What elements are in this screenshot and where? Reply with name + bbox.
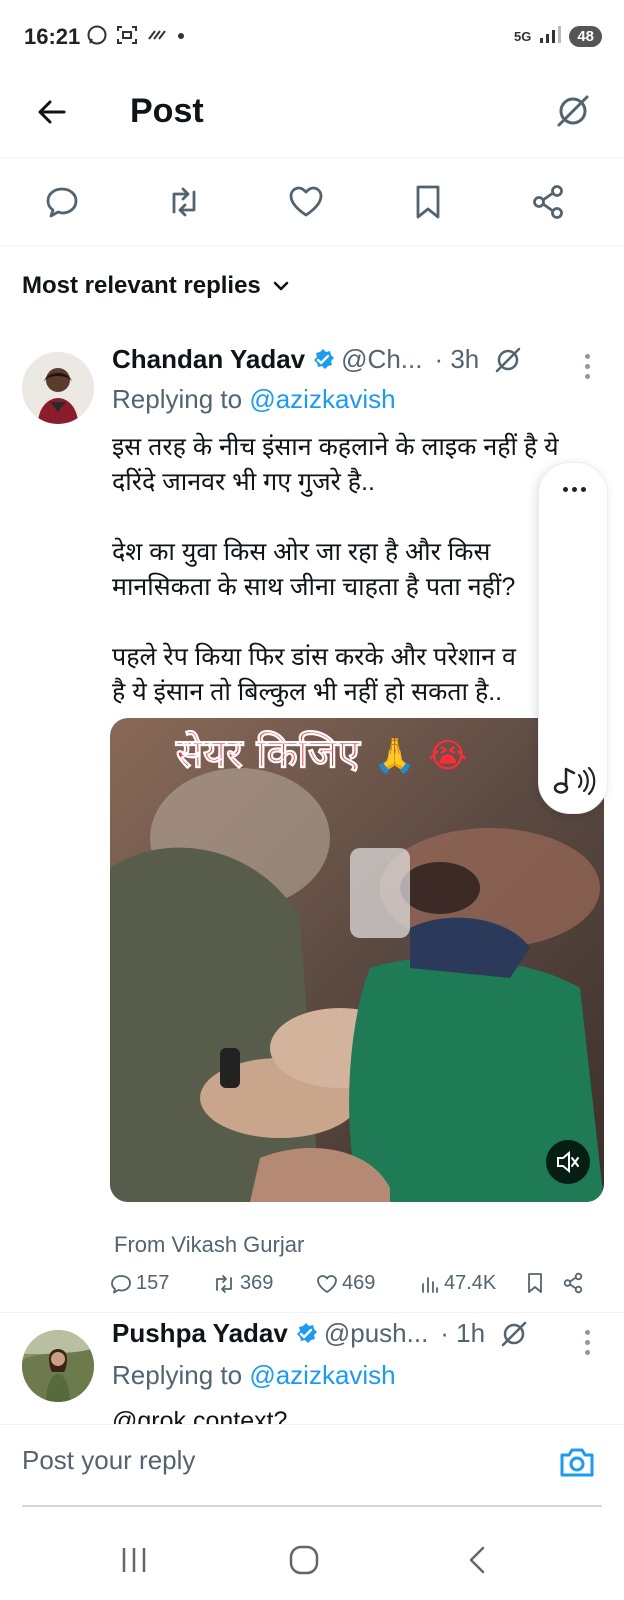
camera-button[interactable] [556,1441,598,1483]
post-action-bar [0,158,624,246]
status-bar: 16:21 5G 48 [0,0,624,78]
replying-to: Replying to @azizkavish [112,1360,396,1391]
more-options-icon[interactable] [585,354,590,379]
video-caption: सेयर किजिए 🙏 😭 [176,724,468,779]
share-icon [533,185,563,219]
grok-icon [557,95,589,127]
grok-icon[interactable] [493,345,523,375]
engagement-bar: 157 369 469 47.4K [110,1272,600,1302]
share-button[interactable] [562,1272,584,1294]
author-handle[interactable]: @push... [324,1318,428,1349]
reply-divider [0,1312,624,1313]
reposts-count: 369 [240,1272,274,1294]
video-player[interactable]: सेयर किजिए 🙏 😭 [110,718,604,1202]
top-app-bar: Post [0,78,624,158]
replies-count: 157 [136,1272,170,1294]
floating-side-panel[interactable] [538,462,608,814]
avatar[interactable] [22,1330,94,1402]
author-name[interactable]: Chandan Yadav [112,344,305,375]
system-navigation-bar [0,1520,624,1600]
video-caption-text: सेयर किजिए [176,731,361,778]
scan-icon [116,24,138,51]
analytics-icon [422,1276,438,1293]
author-handle[interactable]: @Ch... [341,344,422,375]
verified-badge-icon [311,348,335,372]
reply-action-button[interactable] [40,180,84,224]
replying-prefix: Replying to [112,384,243,414]
heart-icon [317,1274,337,1293]
comment-icon [46,187,78,218]
stripes-icon [146,24,168,51]
home-button[interactable] [282,1538,326,1582]
panel-more-icon[interactable] [539,487,609,492]
share-action-button[interactable] [526,180,570,224]
chevron-down-icon [273,281,289,291]
chevron-left-icon [469,1546,485,1574]
bookmark-button[interactable] [526,1272,544,1294]
reply-input[interactable]: Post your reply [22,1445,195,1476]
music-sound-icon[interactable] [551,763,597,799]
share-icon [563,1272,583,1294]
reply-item[interactable]: Pushpa Yadav @push... · 1h Replying to @… [0,1316,624,1424]
composer-underline [22,1505,602,1507]
verified-badge-icon [294,1322,318,1346]
repost-icon [216,1274,232,1293]
status-notification-icons [86,24,186,51]
sort-replies-dropdown[interactable]: Most relevant replies [22,272,291,300]
bookmark-icon [528,1273,542,1293]
dot-icon [176,24,186,51]
back-button[interactable] [32,92,72,132]
reposts-count-button[interactable]: 369 [212,1272,273,1295]
comment-icon [111,1274,131,1293]
reply-text: इस तरह के नीच इंसान कहलाने के लाइक नहीं … [112,433,559,706]
reply-text: @grok context? [112,1407,288,1424]
avatar[interactable] [22,352,94,424]
camera-icon [560,1448,594,1477]
whatsapp-icon [86,24,108,51]
views-count: 47.4K [444,1272,497,1294]
replies-count-button[interactable]: 157 [110,1272,169,1295]
mute-button[interactable] [546,1140,590,1184]
video-caption-emoji: 🙏 😭 [373,736,468,776]
replying-mention[interactable]: @azizkavish [249,1360,395,1390]
bookmark-icon [416,185,440,219]
network-label: 5G [513,29,532,44]
post-time: · 3h [434,344,480,374]
speaker-muted-icon [557,1150,579,1174]
signal-icon [539,24,562,49]
recent-apps-button[interactable] [112,1538,156,1582]
home-icon [289,1545,319,1575]
post-time: · 1h [440,1318,486,1348]
repost-action-button[interactable] [162,180,206,224]
system-back-button[interactable] [456,1538,500,1582]
bookmark-action-button[interactable] [406,180,450,224]
media-source-label[interactable]: From Vikash Gurjar [114,1232,304,1258]
heart-icon [289,186,323,217]
recent-apps-icon [122,1548,146,1572]
like-action-button[interactable] [284,180,328,224]
replying-to: Replying to @azizkavish [112,384,396,415]
replying-prefix: Replying to [112,1360,243,1390]
battery-icon: 48 [569,26,602,47]
likes-count: 469 [342,1272,376,1294]
repost-icon [172,187,196,217]
author-name[interactable]: Pushpa Yadav [112,1318,288,1349]
video-frame [110,718,604,1202]
arrow-left-icon [38,100,66,124]
views-count-button[interactable]: 47.4K [420,1272,496,1295]
sort-label: Most relevant replies [22,272,261,299]
more-options-icon[interactable] [585,1330,590,1355]
status-system-icons: 5G 48 [514,24,602,49]
status-time: 16:21 [24,24,81,49]
grok-icon[interactable] [499,1319,529,1349]
reply-composer: Post your reply [0,1424,624,1507]
grok-button[interactable] [550,88,596,134]
likes-count-button[interactable]: 469 [316,1272,375,1295]
page-title: Post [130,92,204,130]
replying-mention[interactable]: @azizkavish [249,384,395,414]
